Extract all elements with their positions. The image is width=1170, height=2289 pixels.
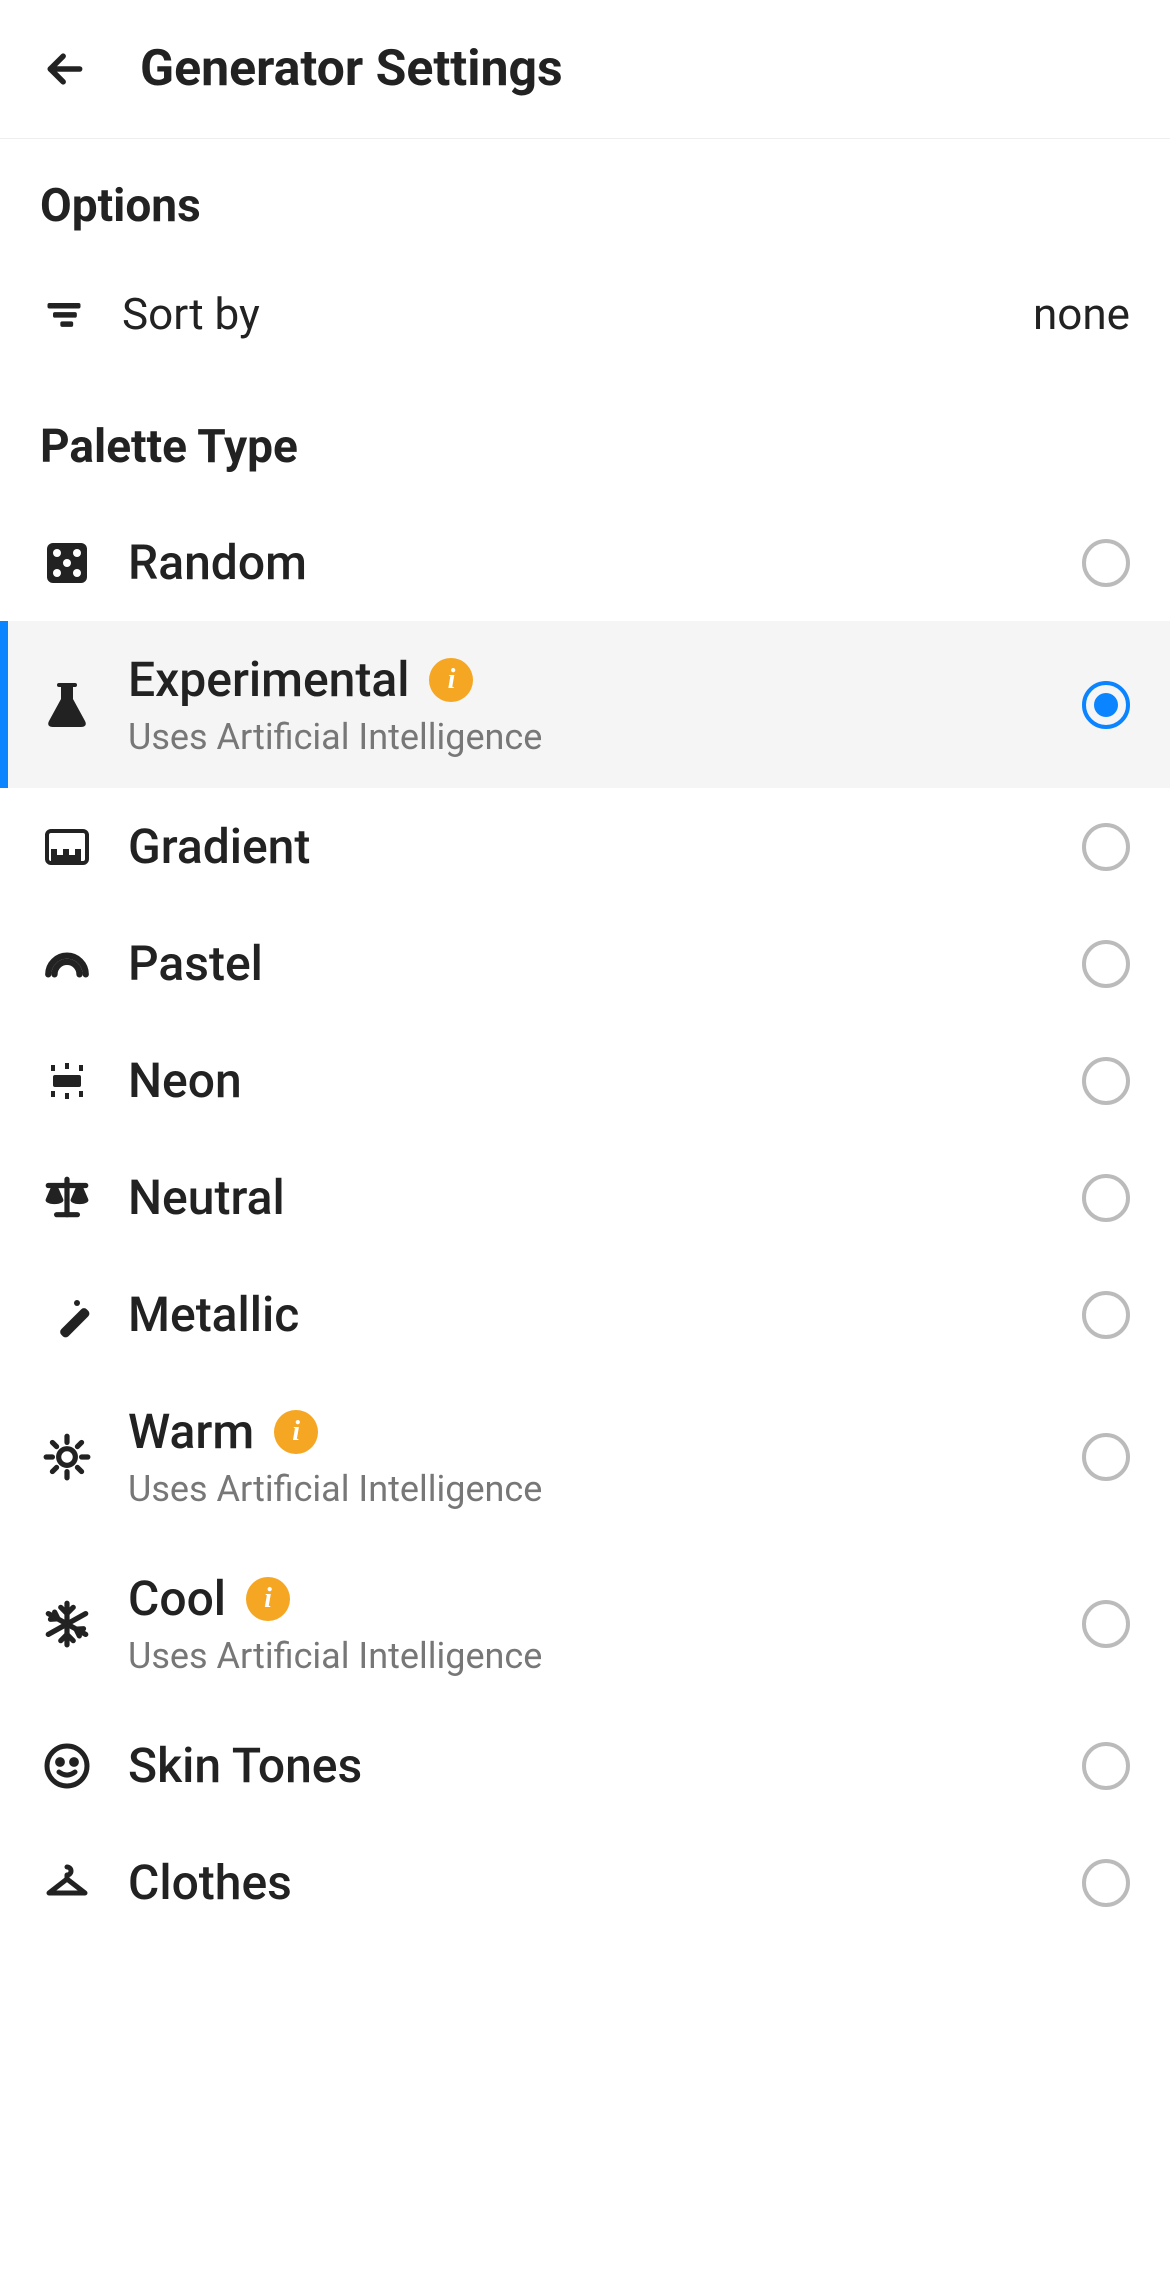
palette-item-metallic[interactable]: Metallic <box>0 1256 1170 1373</box>
radio-button[interactable] <box>1082 1174 1130 1222</box>
palette-item-label: Warm <box>128 1403 254 1460</box>
back-button[interactable] <box>40 44 90 94</box>
wand-icon <box>40 1288 94 1342</box>
snowflake-icon <box>40 1597 94 1651</box>
radio-button[interactable] <box>1082 1291 1130 1339</box>
radio-button[interactable] <box>1082 1600 1130 1648</box>
flask-icon <box>40 678 94 732</box>
hanger-icon <box>40 1856 94 1910</box>
gradient-icon <box>40 820 94 874</box>
palette-item-label: Skin Tones <box>128 1737 362 1794</box>
palette-item-subtitle: Uses Artificial Intelligence <box>128 1635 1048 1677</box>
sort-icon <box>40 290 88 338</box>
palette-item-label: Random <box>128 534 307 591</box>
sort-left: Sort by <box>40 288 260 340</box>
palette-item-label: Gradient <box>128 818 310 875</box>
sort-value: none <box>1033 288 1130 340</box>
palette-item-label: Neutral <box>128 1169 285 1226</box>
info-icon[interactable]: i <box>429 658 473 702</box>
radio-button[interactable] <box>1082 940 1130 988</box>
header: Generator Settings <box>0 0 1170 139</box>
radio-button[interactable] <box>1082 539 1130 587</box>
info-icon[interactable]: i <box>246 1577 290 1621</box>
palette-item-warm[interactable]: Warm i Uses Artificial Intelligence <box>0 1373 1170 1540</box>
palette-item-subtitle: Uses Artificial Intelligence <box>128 716 1048 758</box>
palette-item-random[interactable]: Random <box>0 504 1170 621</box>
palette-item-experimental[interactable]: Experimental i Uses Artificial Intellige… <box>0 621 1170 788</box>
radio-button[interactable] <box>1082 1433 1130 1481</box>
radio-button[interactable] <box>1082 1859 1130 1907</box>
palette-item-label: Neon <box>128 1052 242 1109</box>
palette-item-pastel[interactable]: Pastel <box>0 905 1170 1022</box>
palette-item-gradient[interactable]: Gradient <box>0 788 1170 905</box>
radio-button[interactable] <box>1082 823 1130 871</box>
radio-button[interactable] <box>1082 1742 1130 1790</box>
rainbow-icon <box>40 937 94 991</box>
info-icon[interactable]: i <box>274 1410 318 1454</box>
palette-item-label: Pastel <box>128 935 263 992</box>
palette-item-cool[interactable]: Cool i Uses Artificial Intelligence <box>0 1540 1170 1707</box>
palette-item-label: Clothes <box>128 1854 292 1911</box>
radio-button[interactable] <box>1082 681 1130 729</box>
page-title: Generator Settings <box>140 40 563 98</box>
options-heading: Options <box>0 139 1170 263</box>
palette-item-label: Experimental <box>128 651 409 708</box>
smile-icon <box>40 1739 94 1793</box>
palette-item-label: Metallic <box>128 1286 299 1343</box>
sort-by-row[interactable]: Sort by none <box>0 263 1170 380</box>
palette-item-neutral[interactable]: Neutral <box>0 1139 1170 1256</box>
palette-item-subtitle: Uses Artificial Intelligence <box>128 1468 1048 1510</box>
palette-type-heading: Palette Type <box>0 380 1170 504</box>
palette-item-clothes[interactable]: Clothes <box>0 1824 1170 1941</box>
palette-item-label: Cool <box>128 1570 226 1627</box>
dice-icon <box>40 536 94 590</box>
radio-button[interactable] <box>1082 1057 1130 1105</box>
palette-item-neon[interactable]: Neon <box>0 1022 1170 1139</box>
palette-item-skin-tones[interactable]: Skin Tones <box>0 1707 1170 1824</box>
sort-label: Sort by <box>122 288 260 340</box>
scale-icon <box>40 1171 94 1225</box>
sun-icon <box>40 1430 94 1484</box>
arrow-left-icon <box>43 47 87 91</box>
palette-type-list: Random Experimental i Uses Artificial In… <box>0 504 1170 1941</box>
neon-icon <box>40 1054 94 1108</box>
